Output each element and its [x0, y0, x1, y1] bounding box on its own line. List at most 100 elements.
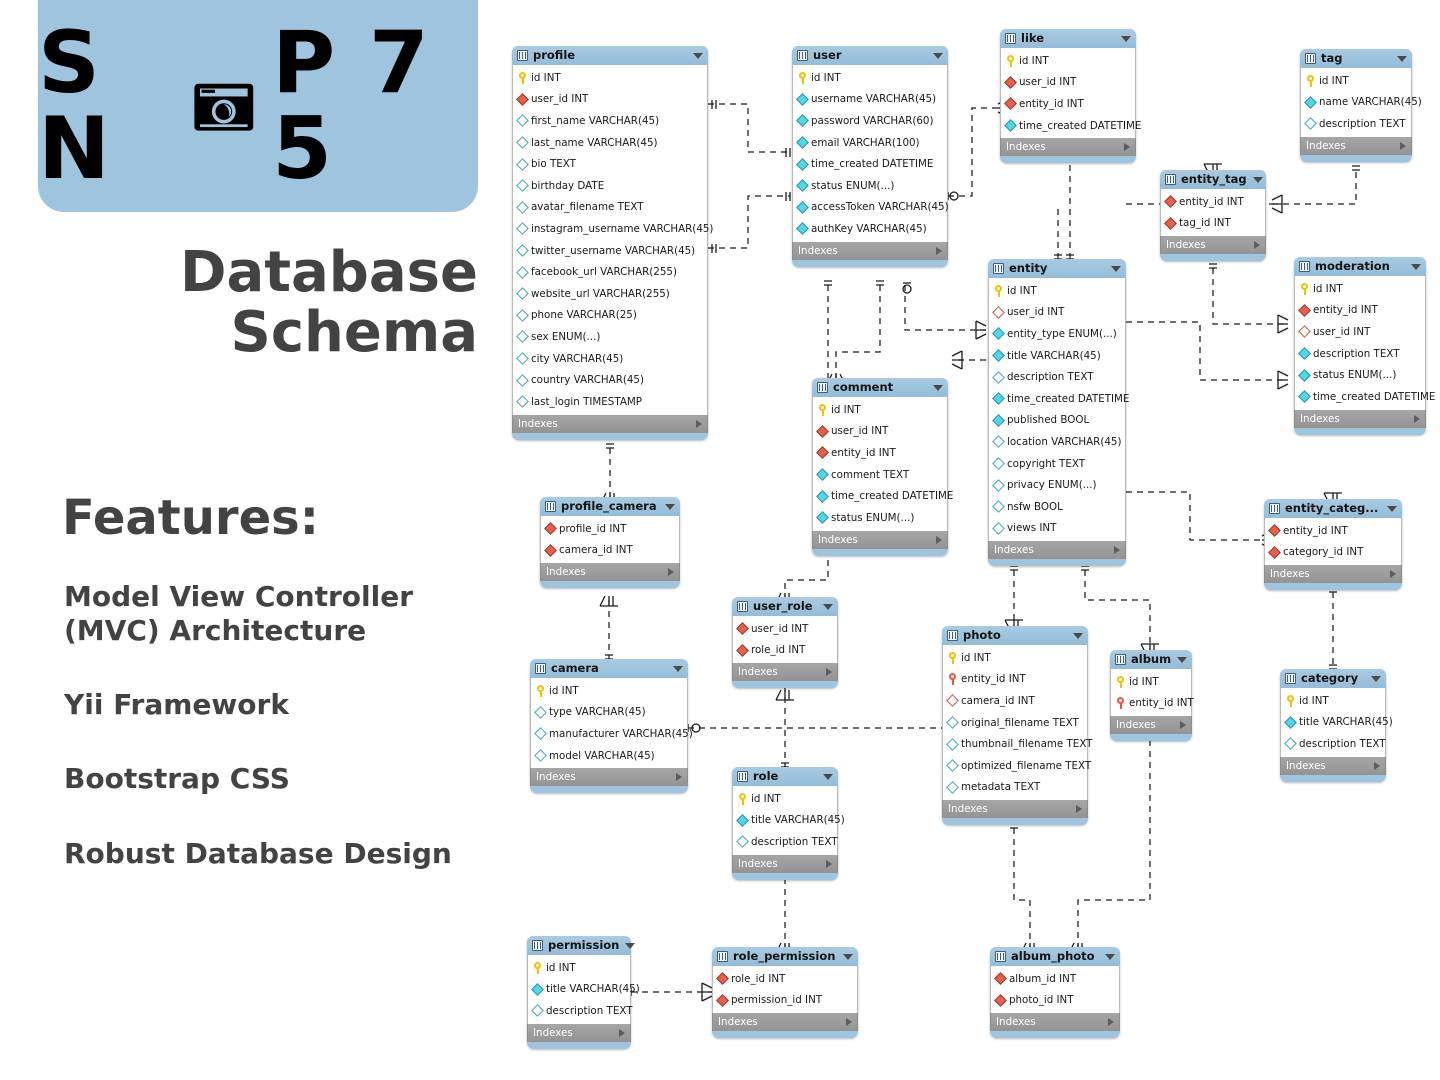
- table-header[interactable]: profile_camera: [540, 497, 680, 516]
- table-header[interactable]: entity: [988, 259, 1126, 278]
- table-column[interactable]: password VARCHAR(60): [793, 110, 947, 132]
- chevron-down-icon[interactable]: [823, 773, 833, 780]
- chevron-down-icon[interactable]: [1121, 35, 1131, 42]
- table-column[interactable]: last_login TIMESTAMP: [513, 391, 707, 413]
- indexes-section[interactable]: Indexes: [527, 1023, 631, 1042]
- expand-right-icon[interactable]: [1400, 141, 1406, 150]
- table-column[interactable]: privacy ENUM(...): [989, 474, 1125, 496]
- erd-table-like[interactable]: like id INT user_id INT entity_id INT time_c…: [1000, 29, 1141, 164]
- indexes-section[interactable]: Indexes: [1294, 409, 1426, 428]
- table-column[interactable]: time_created DATETIME: [793, 153, 947, 175]
- table-column[interactable]: time_created DATETIME: [1295, 386, 1435, 408]
- chevron-down-icon[interactable]: [1073, 632, 1083, 639]
- indexes-section[interactable]: Indexes: [530, 768, 688, 787]
- table-header[interactable]: user: [792, 46, 948, 65]
- table-header[interactable]: user_role: [732, 597, 838, 616]
- expand-right-icon[interactable]: [936, 535, 942, 544]
- erd-table-entity_categ-[interactable]: entity_categ... entity_id INT category_id …: [1264, 499, 1402, 591]
- table-header[interactable]: photo: [942, 626, 1088, 645]
- expand-right-icon[interactable]: [676, 773, 682, 782]
- erd-table-permission[interactable]: permission id INT title VARCHAR(45) descrip…: [527, 936, 640, 1049]
- indexes-section[interactable]: Indexes: [792, 241, 948, 260]
- indexes-section[interactable]: Indexes: [712, 1013, 858, 1032]
- table-column[interactable]: sex ENUM(...): [513, 326, 707, 348]
- expand-right-icon[interactable]: [619, 1028, 625, 1037]
- chevron-down-icon[interactable]: [673, 665, 683, 672]
- table-column[interactable]: album_id INT: [991, 968, 1119, 990]
- table-column[interactable]: birthday DATE: [513, 175, 707, 197]
- table-column[interactable]: phone VARCHAR(25): [513, 305, 707, 327]
- erd-table-photo[interactable]: photo id INT entity_id INT camera_id INT ori…: [942, 626, 1092, 826]
- indexes-section[interactable]: Indexes: [732, 663, 838, 682]
- expand-right-icon[interactable]: [1114, 546, 1120, 555]
- erd-table-comment[interactable]: comment id INT user_id INT entity_id INT com…: [812, 378, 953, 556]
- indexes-section[interactable]: Indexes: [540, 563, 680, 582]
- table-column[interactable]: user_id INT: [813, 421, 947, 443]
- chevron-down-icon[interactable]: [1111, 265, 1121, 272]
- table-column[interactable]: user_id INT: [513, 89, 707, 111]
- erd-table-tag[interactable]: tag id INT name VARCHAR(45) description TEX…: [1300, 49, 1422, 162]
- table-column[interactable]: nsfw BOOL: [989, 496, 1125, 518]
- table-column[interactable]: id INT: [793, 67, 947, 89]
- table-column[interactable]: last_name VARCHAR(45): [513, 132, 707, 154]
- table-column[interactable]: profile_id INT: [541, 518, 679, 540]
- table-column[interactable]: entity_id INT: [1295, 300, 1425, 322]
- erd-table-user[interactable]: user id INT username VARCHAR(45) password V…: [792, 46, 949, 267]
- erd-table-camera[interactable]: camera id INT type VARCHAR(45) manufacturer…: [530, 659, 693, 794]
- erd-table-user_role[interactable]: user_role user_id INT role_id INT Indexes: [732, 597, 838, 689]
- table-column[interactable]: description TEXT: [528, 1000, 632, 1022]
- table-column[interactable]: id INT: [813, 399, 947, 421]
- table-column[interactable]: username VARCHAR(45): [793, 89, 947, 111]
- erd-table-album_photo[interactable]: album_photo album_id INT photo_id INT Index…: [990, 947, 1120, 1039]
- table-column[interactable]: id INT: [1281, 690, 1385, 712]
- indexes-section[interactable]: Indexes: [1300, 136, 1412, 155]
- table-column[interactable]: entity_id INT: [813, 442, 947, 464]
- indexes-section[interactable]: Indexes: [1110, 716, 1192, 735]
- table-column[interactable]: id INT: [1111, 671, 1191, 693]
- expand-right-icon[interactable]: [668, 568, 674, 577]
- table-column[interactable]: photo_id INT: [991, 990, 1119, 1012]
- table-column[interactable]: location VARCHAR(45): [989, 431, 1125, 453]
- table-column[interactable]: role_id INT: [713, 968, 857, 990]
- table-column[interactable]: entity_type ENUM(...): [989, 323, 1125, 345]
- table-column[interactable]: id INT: [1295, 278, 1425, 300]
- table-header[interactable]: entity_tag: [1160, 170, 1266, 189]
- table-header[interactable]: entity_categ...: [1264, 499, 1402, 518]
- table-column[interactable]: description TEXT: [1281, 733, 1385, 755]
- table-column[interactable]: optimized_filename TEXT: [943, 755, 1091, 777]
- expand-right-icon[interactable]: [1108, 1018, 1114, 1027]
- erd-table-profile[interactable]: profile id INT user_id INT first_name VARCH…: [512, 46, 713, 440]
- table-column[interactable]: id INT: [1001, 50, 1135, 72]
- chevron-down-icon[interactable]: [823, 603, 833, 610]
- erd-table-album[interactable]: album id INT entity_id INT Indexes: [1110, 650, 1194, 742]
- table-column[interactable]: manufacturer VARCHAR(45): [531, 723, 693, 745]
- table-header[interactable]: moderation: [1294, 257, 1426, 276]
- table-header[interactable]: role: [732, 767, 838, 786]
- table-column[interactable]: description TEXT: [1295, 343, 1425, 365]
- table-column[interactable]: title VARCHAR(45): [1281, 712, 1393, 734]
- indexes-section[interactable]: Indexes: [812, 530, 948, 549]
- indexes-section[interactable]: Indexes: [1000, 138, 1136, 157]
- expand-right-icon[interactable]: [1076, 805, 1082, 814]
- table-column[interactable]: accessToken VARCHAR(45): [793, 197, 949, 219]
- table-column[interactable]: views INT: [989, 518, 1125, 540]
- table-header[interactable]: category: [1280, 669, 1386, 688]
- table-column[interactable]: id INT: [943, 647, 1087, 669]
- table-column[interactable]: camera_id INT: [943, 690, 1087, 712]
- erd-table-role_permission[interactable]: role_permission role_id INT permission_id …: [712, 947, 858, 1039]
- table-column[interactable]: published BOOL: [989, 410, 1125, 432]
- table-header[interactable]: camera: [530, 659, 688, 678]
- table-column[interactable]: description TEXT: [733, 831, 837, 853]
- indexes-section[interactable]: Indexes: [732, 854, 838, 873]
- table-column[interactable]: model VARCHAR(45): [531, 745, 687, 767]
- indexes-section[interactable]: Indexes: [1160, 236, 1266, 255]
- table-column[interactable]: instagram_username VARCHAR(45): [513, 218, 713, 240]
- table-column[interactable]: time_created DATETIME: [989, 388, 1129, 410]
- table-column[interactable]: description TEXT: [989, 366, 1125, 388]
- table-column[interactable]: name VARCHAR(45): [1301, 92, 1422, 114]
- table-column[interactable]: user_id INT: [733, 618, 837, 640]
- table-column[interactable]: time_created DATETIME: [813, 485, 953, 507]
- table-column[interactable]: thumbnail_filename TEXT: [943, 733, 1092, 755]
- expand-right-icon[interactable]: [936, 246, 942, 255]
- table-header[interactable]: tag: [1300, 49, 1412, 68]
